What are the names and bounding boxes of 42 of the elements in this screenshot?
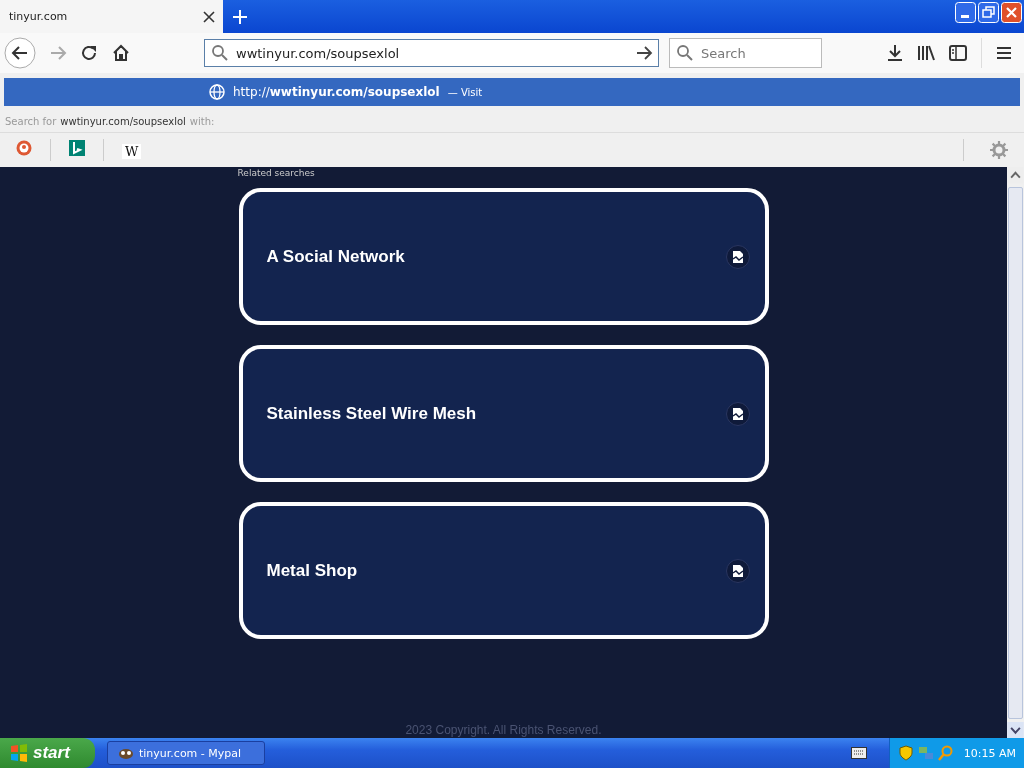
clock-text: 10:15 AM: [963, 746, 1016, 760]
back-icon[interactable]: [4, 37, 36, 69]
result-title: Metal Shop: [266, 560, 358, 581]
image-icon: [725, 401, 750, 426]
start-button[interactable]: start: [0, 738, 95, 768]
image-icon: [725, 558, 750, 583]
result-card[interactable]: Stainless Steel Wire Mesh: [238, 345, 769, 482]
url-suggestion[interactable]: http://wwtinyur.com/soupsexlol — Visit: [4, 78, 1020, 106]
section-heading: Related searches: [237, 168, 316, 178]
menu-icon[interactable]: [996, 46, 1012, 60]
keyboard-icon[interactable]: [850, 747, 867, 759]
library-icon[interactable]: [917, 45, 935, 61]
sidebar-icon[interactable]: [949, 45, 967, 61]
result-card[interactable]: A Social Network: [238, 188, 769, 325]
wikipedia-logo[interactable]: W: [122, 143, 142, 159]
search-for-label: Search for: [5, 115, 57, 127]
close-icon[interactable]: [203, 10, 215, 23]
image-icon: [725, 244, 750, 269]
search-field[interactable]: Search: [669, 38, 822, 68]
reload-icon[interactable]: [80, 44, 98, 62]
globe-icon: [209, 84, 225, 100]
visit-label: — Visit: [447, 86, 483, 98]
minimize-icon[interactable]: [955, 2, 976, 23]
home-icon[interactable]: [112, 44, 130, 62]
restore-icon[interactable]: [978, 2, 999, 23]
result-title: Stainless Steel Wire Mesh: [266, 403, 477, 424]
taskbar-item[interactable]: tinyur.com - Mypal: [107, 741, 265, 765]
plus-icon[interactable]: [232, 8, 248, 25]
windows-logo-icon: [10, 744, 28, 762]
bing-logo-icon[interactable]: [69, 140, 85, 156]
with-label: with:: [189, 115, 215, 127]
scroll-down-icon[interactable]: [1007, 721, 1024, 738]
suggestion-url: http://wwtinyur.com/soupsexlol: [233, 85, 440, 99]
copyright-text: 2023 Copyright. All Rights Reserved.: [405, 723, 602, 738]
address-bar[interactable]: wwtinyur.com/soupsexlol: [204, 39, 659, 67]
search-term: wwtinyur.com/soupsexlol: [60, 115, 186, 127]
result-title: A Social Network: [266, 246, 405, 267]
result-card[interactable]: Metal Shop: [238, 502, 769, 639]
browser-tab[interactable]: tinyur.com: [0, 0, 223, 33]
shield-icon[interactable]: [897, 745, 914, 761]
download-icon[interactable]: [887, 44, 903, 62]
go-arrow-icon[interactable]: [635, 44, 653, 62]
